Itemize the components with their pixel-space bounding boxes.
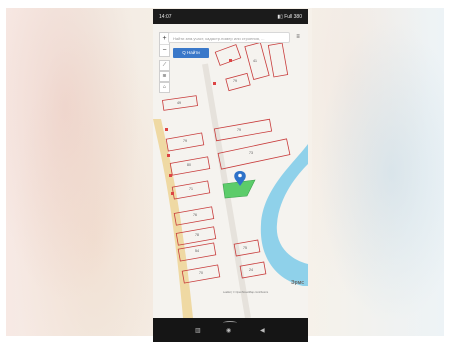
parcel-label: 73 bbox=[249, 151, 253, 155]
building bbox=[171, 192, 174, 195]
parcel-label: 75 bbox=[243, 246, 247, 250]
blurred-background-left bbox=[6, 8, 154, 336]
android-nav-bar: ▥ ◉ ◀ bbox=[153, 318, 308, 342]
nav-handle[interactable] bbox=[223, 321, 237, 325]
parcel-label: 80 bbox=[187, 163, 191, 167]
parcel-label: 78 bbox=[195, 233, 199, 237]
map-attribution[interactable]: Leaflet | © OpenStreetMap contributors bbox=[223, 291, 307, 294]
home-icon[interactable]: ⌂ bbox=[159, 82, 170, 93]
map-screen: 49 79 80 71 76 78 54 70 79 73 79 41 75 2… bbox=[153, 24, 308, 318]
parcel-label: 79 bbox=[183, 139, 187, 143]
status-time: 14:07 bbox=[159, 14, 172, 20]
parcel-label: 79 bbox=[233, 79, 237, 83]
parcel-label: 76 bbox=[193, 213, 197, 217]
map-logo: Эрмс bbox=[291, 280, 304, 286]
parcel-label: 70 bbox=[199, 271, 203, 275]
parcel-label: 54 bbox=[195, 249, 199, 253]
home-button-icon[interactable]: ◉ bbox=[226, 327, 231, 335]
search-button[interactable]: Q Найти bbox=[173, 48, 209, 58]
building bbox=[167, 154, 170, 157]
recent-apps-icon[interactable]: ▥ bbox=[195, 327, 201, 335]
zoom-out-button[interactable]: − bbox=[160, 44, 169, 56]
parcel-label: 71 bbox=[189, 187, 193, 191]
back-icon[interactable]: ◀ bbox=[260, 327, 265, 335]
building bbox=[229, 59, 232, 62]
search-input[interactable]: Найти зем.участ, кадастр.номер или строе… bbox=[168, 32, 290, 43]
cadastral-map[interactable]: 49 79 80 71 76 78 54 70 79 73 79 41 75 2… bbox=[153, 24, 308, 318]
status-bar: 14:07 ▮▯ Full 380 bbox=[153, 9, 308, 24]
layers-icon[interactable]: ≋ bbox=[159, 71, 170, 82]
parcel-label: 24 bbox=[249, 268, 253, 272]
parcel-label: 49 bbox=[177, 101, 181, 105]
blurred-background-right bbox=[312, 8, 444, 336]
ruler-icon[interactable]: ⟋ bbox=[159, 60, 170, 71]
building bbox=[169, 174, 172, 177]
parcel-label: 41 bbox=[253, 59, 257, 63]
parcel-label: 79 bbox=[237, 128, 241, 132]
menu-icon[interactable]: ≡ bbox=[294, 33, 302, 42]
building bbox=[165, 128, 168, 131]
phone-screen: 14:07 ▮▯ Full 380 49 79 80 71 76 78 54 7… bbox=[153, 9, 308, 342]
status-indicators: ▮▯ Full 380 bbox=[277, 14, 302, 20]
building bbox=[213, 82, 216, 85]
